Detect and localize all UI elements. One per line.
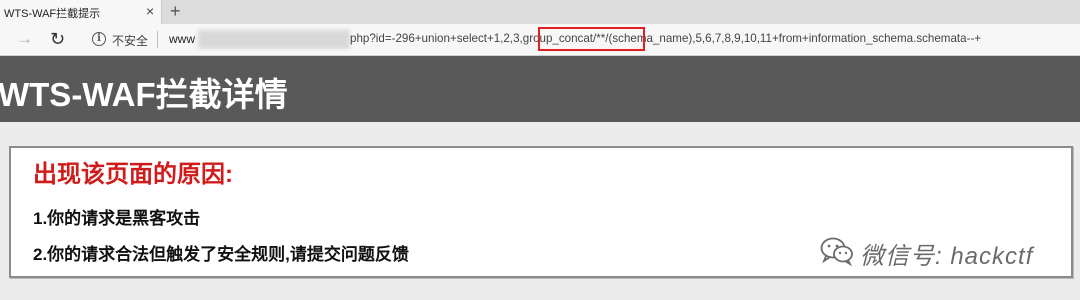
reload-button[interactable]: ↻ bbox=[50, 29, 65, 49]
reason-item: 2.你的请求合法但触发了安全规则,请提交问题反馈 bbox=[33, 245, 409, 264]
address-divider bbox=[157, 31, 158, 48]
close-tab-icon[interactable]: × bbox=[146, 3, 154, 19]
forward-button[interactable]: → bbox=[16, 29, 33, 49]
redacted-url-segment bbox=[198, 30, 350, 49]
tab-strip: WTS-WAF拦截提示 × + bbox=[0, 0, 1080, 24]
browser-tab[interactable]: WTS-WAF拦截提示 × bbox=[0, 0, 162, 24]
tab-title: WTS-WAF拦截提示 bbox=[4, 8, 101, 20]
reason-heading: 出现该页面的原因: bbox=[33, 161, 233, 188]
page-bottom bbox=[0, 288, 1080, 300]
url-highlight-box bbox=[538, 27, 645, 51]
address-bar-host[interactable]: www bbox=[169, 32, 195, 46]
address-bar-url[interactable]: php?id=-296+union+select+1,2,3,group_con… bbox=[350, 32, 981, 45]
watermark-text: 微信号: hackctf bbox=[860, 243, 1034, 270]
new-tab-button[interactable]: + bbox=[170, 1, 181, 21]
browser-toolbar: → ↻ i 不安全 www php?id=-296+union+select+1… bbox=[0, 24, 1080, 56]
info-icon[interactable]: i bbox=[92, 32, 106, 46]
page-title: WTS-WAF拦截详情 bbox=[0, 76, 288, 113]
wechat-icon bbox=[820, 236, 854, 271]
security-status[interactable]: 不安全 bbox=[112, 32, 148, 49]
page-header: WTS-WAF拦截详情 bbox=[0, 56, 1080, 122]
reason-item: 1.你的请求是黑客攻击 bbox=[33, 209, 201, 228]
